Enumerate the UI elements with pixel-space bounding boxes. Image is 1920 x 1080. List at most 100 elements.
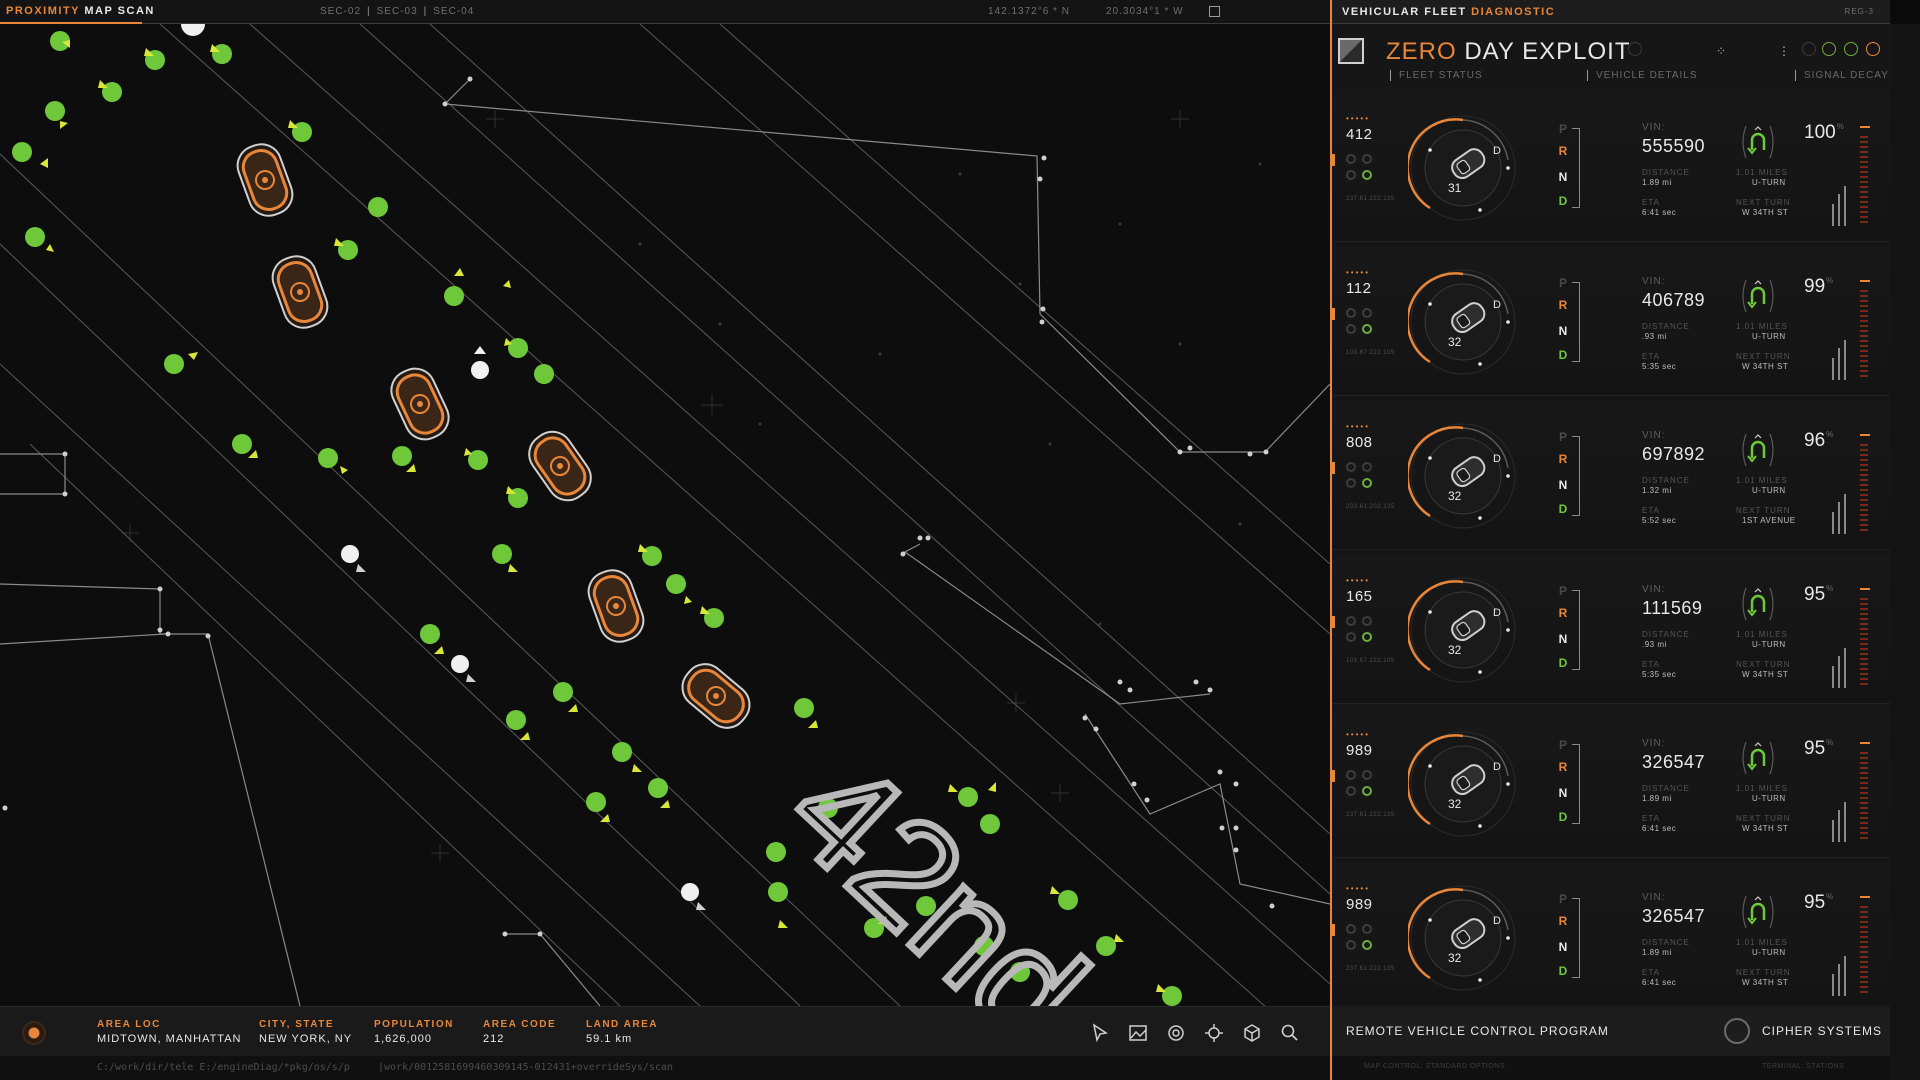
vehicle-pods [232, 139, 757, 736]
scrollbar-thumb[interactable] [1890, 24, 1920, 1080]
move-icon[interactable] [1204, 1023, 1224, 1043]
signal-value: 100 [1804, 122, 1836, 143]
brand-header: ZERO DAY EXPLOIT ⁘ ⋮ FLEET STATUS VEHICL… [1332, 30, 1890, 82]
expand-icon[interactable] [1209, 6, 1220, 17]
gear-r[interactable]: R [1556, 760, 1570, 774]
fleet-row[interactable]: ••••• 808 203.61.202.135 D 32 P R N D VI… [1332, 400, 1890, 550]
vin-label: VIN: [1642, 584, 1666, 595]
proximity-map[interactable]: 42nd [0, 24, 1330, 1006]
gear-n[interactable]: N [1556, 170, 1570, 184]
svg-text:D: D [1493, 915, 1501, 927]
gear-d[interactable]: D [1556, 194, 1570, 208]
sector-separator: | [423, 6, 428, 17]
gear-n[interactable]: N [1556, 940, 1570, 954]
next-turn-street: W 34TH ST [1742, 362, 1789, 371]
panel-scrollbar[interactable] [1890, 24, 1920, 1080]
tab-sector-02[interactable]: SEC-02 [320, 6, 361, 17]
gear-selector[interactable]: P R N D [1556, 122, 1586, 214]
panel-title-accent: DIAGNOSTIC [1471, 6, 1556, 18]
fleet-row[interactable]: ••••• 112 103.67.222.105 D 32 P R N D VI… [1332, 246, 1890, 396]
gear-r[interactable]: R [1556, 144, 1570, 158]
gear-p[interactable]: P [1556, 892, 1570, 906]
signal-decay-meter [1860, 598, 1868, 688]
window-button[interactable] [1802, 42, 1816, 56]
gear-bracket [1572, 898, 1580, 978]
gear-r[interactable]: R [1556, 914, 1570, 928]
footer-small-left: MAP CONTROL: STANDARD OPTIONS [1364, 1063, 1506, 1070]
vehicle-pod[interactable] [674, 656, 757, 736]
gear-d[interactable]: D [1556, 656, 1570, 670]
vehicle-pod[interactable] [521, 424, 598, 508]
distance-label: DISTANCE [1642, 476, 1690, 485]
signal-bars-icon [1832, 648, 1846, 688]
tab-sector-04[interactable]: SEC-04 [433, 6, 474, 17]
fleet-number: 112 [1346, 280, 1372, 297]
gear-d[interactable]: D [1556, 964, 1570, 978]
gear-n[interactable]: N [1556, 478, 1570, 492]
gear-d[interactable]: D [1556, 348, 1570, 362]
vehicle-pod[interactable] [583, 565, 649, 648]
target-icon[interactable] [1166, 1023, 1186, 1043]
eta-value: 6:41 sec [1642, 978, 1677, 987]
footer-small-right: TERMINAL: STATIONS [1762, 1063, 1845, 1070]
gear-p[interactable]: P [1556, 430, 1570, 444]
row-indicator [1332, 616, 1335, 628]
vehicle-pod[interactable] [232, 139, 298, 222]
fleet-row[interactable]: ••••• 165 103.67.222.105 D 32 P R N D VI… [1332, 554, 1890, 704]
upcoming-distance: 1.01 MILES [1736, 938, 1788, 947]
gear-p[interactable]: P [1556, 738, 1570, 752]
gear-r[interactable]: R [1556, 606, 1570, 620]
vehicle-pod[interactable] [385, 362, 455, 446]
menu-dots-icon[interactable]: ⋮ [1778, 44, 1790, 58]
cube-icon[interactable] [1242, 1023, 1262, 1043]
gear-selector[interactable]: P R N D [1556, 430, 1586, 522]
eta-value: 6:41 sec [1642, 208, 1677, 217]
tab-sector-03[interactable]: SEC-03 [377, 6, 418, 17]
grid-dots-icon[interactable]: ⁘ [1716, 44, 1726, 58]
gear-n[interactable]: N [1556, 632, 1570, 646]
window-button[interactable] [1844, 42, 1858, 56]
gear-d[interactable]: D [1556, 810, 1570, 824]
eta-value: 5:52 sec [1642, 516, 1677, 525]
brand-title: ZERO DAY EXPLOIT [1386, 38, 1631, 66]
next-turn-label: NEXT TURN [1736, 660, 1791, 669]
u-turn-icon [1742, 433, 1774, 467]
population-value: 1,626,000 [374, 1033, 432, 1045]
location-footer: AREA LOC MIDTOWN, MANHATTAN CITY, STATE … [0, 1006, 1330, 1056]
search-icon[interactable] [1280, 1023, 1300, 1043]
svg-text:D: D [1493, 145, 1501, 157]
gear-selector[interactable]: P R N D [1556, 276, 1586, 368]
gear-p[interactable]: P [1556, 584, 1570, 598]
status-dots [1346, 462, 1376, 492]
gear-p[interactable]: P [1556, 276, 1570, 290]
row-indicator [1332, 924, 1335, 936]
path-left: C:/work/dir/tele E:/engineDiag/*pkg/os/s… [97, 1062, 350, 1073]
gear-selector[interactable]: P R N D [1556, 738, 1586, 830]
pointer-icon[interactable] [1090, 1023, 1110, 1043]
gear-r[interactable]: R [1556, 452, 1570, 466]
fleet-row[interactable]: ••••• 989 237.61.222.135 D 32 P R N D VI… [1332, 862, 1890, 1012]
status-dots [1346, 308, 1376, 338]
gear-bracket [1572, 590, 1580, 670]
distance-value: .93 mi [1642, 640, 1667, 649]
location-pin-icon[interactable] [22, 1021, 46, 1045]
window-button[interactable] [1822, 42, 1836, 56]
svg-text:D: D [1493, 453, 1501, 465]
eta-value: 6:41 sec [1642, 824, 1677, 833]
gear-n[interactable]: N [1556, 324, 1570, 338]
speed-value: 32 [1448, 335, 1462, 349]
land-area: LAND AREA 59.1 km [586, 1019, 658, 1045]
fleet-row[interactable]: ••••• 989 237.61.222.135 D 32 P R N D VI… [1332, 708, 1890, 858]
gear-p[interactable]: P [1556, 122, 1570, 136]
gear-d[interactable]: D [1556, 502, 1570, 516]
gear-n[interactable]: N [1556, 786, 1570, 800]
image-icon[interactable] [1128, 1023, 1148, 1043]
gear-selector[interactable]: P R N D [1556, 584, 1586, 676]
vehicle-pod[interactable] [267, 251, 333, 334]
fleet-row[interactable]: ••••• 412 237.61.222.135 D 31 P R N D VI… [1332, 92, 1890, 242]
eta-label: ETA [1642, 814, 1660, 823]
gear-selector[interactable]: P R N D [1556, 892, 1586, 984]
gear-r[interactable]: R [1556, 298, 1570, 312]
fleet-number: 808 [1346, 434, 1373, 451]
close-button[interactable] [1866, 42, 1880, 56]
